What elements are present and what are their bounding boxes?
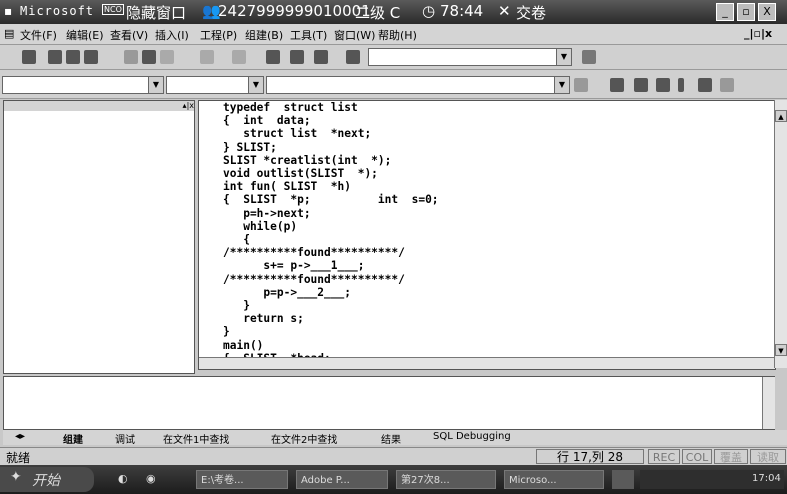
browser-icon[interactable]: ◉: [146, 472, 156, 485]
workspace-icon[interactable]: [266, 50, 280, 64]
exam-timer: 78:44: [440, 2, 484, 20]
tab-debug[interactable]: 调试: [115, 431, 135, 446]
exam-level: 二级 C: [355, 4, 401, 22]
undo-icon[interactable]: [200, 50, 214, 64]
copy-icon[interactable]: [142, 50, 156, 64]
system-tray: 17:04: [640, 470, 784, 489]
title-bar: ▪ Microsoft NCO 隐藏窗口 👥 2427999999010001 …: [0, 0, 787, 24]
workspace-pane-header[interactable]: ▴|x: [4, 101, 194, 111]
output-scrollbar[interactable]: [762, 377, 775, 429]
col-indicator: COL: [682, 449, 712, 464]
tray-button[interactable]: [612, 470, 634, 489]
horizontal-scrollbar[interactable]: [199, 357, 775, 369]
task-explorer[interactable]: E:\考卷...: [196, 470, 288, 489]
menu-bar: ▤ 文件(F) 编辑(E) 查看(V) 插入(I) 工程(P) 组建(B) 工具…: [0, 24, 787, 45]
chevron-down-icon[interactable]: ▼: [556, 49, 571, 65]
restore-button[interactable]: ▫: [737, 3, 755, 21]
hide-window-button[interactable]: 隐藏窗口: [126, 2, 186, 23]
breakpoint-icon[interactable]: [720, 78, 734, 92]
save-icon[interactable]: [66, 50, 80, 64]
close-x-icon: ✕: [498, 2, 511, 20]
tab-nav-arrows-icon[interactable]: ◂▸: [15, 431, 25, 442]
clock-icon: ◷: [422, 2, 436, 20]
menu-file[interactable]: 文件(F): [20, 27, 57, 43]
scroll-up-icon[interactable]: ▲: [775, 110, 787, 122]
close-button[interactable]: X: [758, 3, 776, 21]
status-bar: 就绪 行 17,列 28 REC COL 覆盖 读取: [0, 447, 787, 466]
stop-build-icon[interactable]: [656, 78, 670, 92]
child-window-controls[interactable]: _|▫|x: [744, 27, 772, 40]
execute-icon[interactable]: [678, 78, 684, 92]
window-list-icon[interactable]: [314, 50, 328, 64]
cursor-position: 行 17,列 28: [536, 449, 644, 464]
exam-id: 2427999999010001: [218, 2, 371, 20]
chevron-down-icon[interactable]: ▼: [554, 77, 569, 93]
code-editor[interactable]: typedef struct list { int data; struct l…: [198, 100, 776, 370]
tab-build[interactable]: 组建: [63, 431, 83, 446]
menu-build[interactable]: 组建(B): [245, 27, 283, 43]
start-label: 开始: [32, 473, 60, 489]
task-microsoft[interactable]: Microso...: [504, 470, 604, 489]
rec-indicator: REC: [648, 449, 680, 464]
compile-icon[interactable]: [610, 78, 624, 92]
find-in-files-icon[interactable]: [346, 50, 360, 64]
menu-help[interactable]: 帮助(H): [378, 27, 417, 43]
output-tabs: ◂▸ 组建 调试 在文件1中查找 在文件2中查找 结果 SQL Debuggin…: [3, 430, 787, 446]
go-icon[interactable]: [698, 78, 712, 92]
open-folder-icon[interactable]: [48, 50, 62, 64]
menu-tools[interactable]: 工具(T): [290, 27, 327, 43]
document-icon: ▤: [4, 27, 15, 40]
paste-icon[interactable]: [160, 50, 174, 64]
submit-button[interactable]: 交卷: [516, 2, 546, 23]
chevron-down-icon[interactable]: ▼: [248, 77, 263, 93]
taskbar: ✦ 开始 ◐ ◉ E:\考卷... Adobe P... 第27次8... Mi…: [0, 465, 787, 494]
app-icon: ▪: [4, 4, 13, 18]
ovr-indicator: 覆盖: [714, 449, 748, 464]
status-text: 就绪: [6, 451, 31, 465]
cut-icon[interactable]: [124, 50, 138, 64]
clock: 17:04: [752, 473, 781, 484]
output-pane[interactable]: [3, 376, 775, 430]
scroll-down-icon[interactable]: ▼: [775, 344, 787, 356]
standard-toolbar: ▼: [0, 45, 787, 70]
find-combo[interactable]: ▼: [368, 48, 572, 66]
build-icon[interactable]: [634, 78, 648, 92]
chevron-down-icon[interactable]: ▼: [148, 77, 163, 93]
task-document[interactable]: 第27次8...: [396, 470, 496, 489]
vertical-scrollbar[interactable]: ▲ ▼: [774, 100, 787, 368]
start-button[interactable]: ✦ 开始: [0, 467, 94, 492]
tab-find1[interactable]: 在文件1中查找: [163, 431, 229, 446]
class-combo[interactable]: ▼: [2, 76, 164, 94]
tab-find2[interactable]: 在文件2中查找: [271, 431, 337, 446]
read-indicator: 读取: [750, 449, 786, 464]
workspace-pane[interactable]: ▴|x: [3, 100, 195, 374]
tab-sql-debugging[interactable]: SQL Debugging: [433, 431, 511, 442]
new-file-icon[interactable]: [22, 50, 36, 64]
wizard-toolbar: ▼ ▼ ▼: [0, 70, 787, 99]
menu-view[interactable]: 查看(V): [110, 27, 148, 43]
filter-combo[interactable]: ▼: [166, 76, 264, 94]
output-window-icon[interactable]: [290, 50, 304, 64]
minimize-button[interactable]: _: [716, 3, 734, 21]
menu-edit[interactable]: 编辑(E): [66, 27, 104, 43]
quick-launch-icon[interactable]: ◐: [118, 472, 128, 485]
menu-window[interactable]: 窗口(W): [334, 27, 375, 43]
app-name: Microsoft: [20, 4, 95, 18]
menu-project[interactable]: 工程(P): [200, 27, 237, 43]
task-adobe[interactable]: Adobe P...: [296, 470, 388, 489]
find-icon[interactable]: [582, 50, 596, 64]
menu-insert[interactable]: 插入(I): [155, 27, 189, 43]
tab-results[interactable]: 结果: [381, 431, 401, 446]
code-text[interactable]: typedef struct list { int data; struct l…: [223, 101, 439, 365]
redo-icon[interactable]: [232, 50, 246, 64]
nco-badge: NCO: [102, 4, 124, 15]
members-combo[interactable]: ▼: [266, 76, 570, 94]
save-all-icon[interactable]: [84, 50, 98, 64]
wizard-action-icon[interactable]: [574, 78, 588, 92]
windows-logo-icon: ✦: [10, 469, 22, 485]
